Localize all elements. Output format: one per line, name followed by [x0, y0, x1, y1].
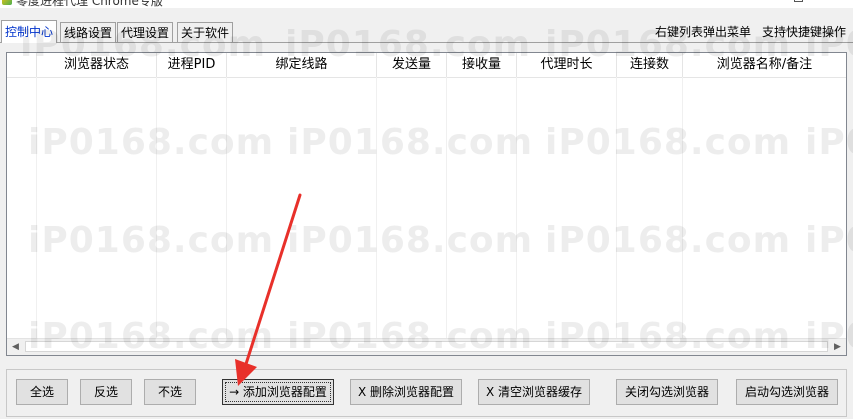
tab-proxy-settings[interactable]: 代理设置 — [117, 22, 174, 42]
select-none-button[interactable]: 不选 — [144, 379, 196, 405]
column-header-sent[interactable]: 发送量 — [377, 53, 447, 77]
column-gridline — [36, 77, 37, 339]
delete-browser-config-button[interactable]: X 删除浏览器配置 — [350, 379, 462, 405]
column-gridline — [156, 77, 157, 339]
invert-selection-button[interactable]: 反选 — [80, 379, 132, 405]
column-header-connections[interactable]: 连接数 — [617, 53, 683, 77]
column-header-status[interactable]: 浏览器状态 — [37, 53, 157, 77]
column-header-received[interactable]: 接收量 — [447, 53, 517, 77]
column-header-duration[interactable]: 代理时长 — [517, 53, 617, 77]
browser-list[interactable]: 浏览器状态 进程PID 绑定线路 发送量 接收量 代理时长 连接数 浏览器名称/… — [6, 52, 847, 356]
horizontal-scrollbar[interactable]: ◀ ▶ — [7, 338, 846, 355]
column-gridline — [616, 77, 617, 339]
maximize-icon[interactable] — [794, 0, 803, 2]
start-selected-browsers-button[interactable]: 启动勾选浏览器 — [736, 379, 838, 405]
column-gridline — [376, 77, 377, 339]
close-icon[interactable]: ✕ — [830, 0, 842, 3]
column-header-check[interactable] — [7, 53, 37, 77]
clear-browser-cache-button[interactable]: X 清空浏览器缓存 — [478, 379, 590, 405]
close-selected-browsers-button[interactable]: 关闭勾选浏览器 — [616, 379, 718, 405]
add-browser-config-button[interactable]: → 添加浏览器配置 — [222, 379, 334, 405]
column-header-pid[interactable]: 进程PID — [157, 53, 227, 77]
shortcut-hint: 支持快捷键操作 — [762, 25, 847, 39]
scrollbar-thumb[interactable] — [25, 341, 828, 352]
tab-control-center[interactable]: 控制中心 — [1, 20, 58, 43]
right-click-hint: 右键列表弹出菜单 — [655, 25, 752, 39]
column-gridline — [446, 77, 447, 339]
select-all-button[interactable]: 全选 — [16, 379, 68, 405]
column-gridline — [516, 77, 517, 339]
column-header-browser-name[interactable]: 浏览器名称/备注 — [683, 53, 846, 77]
scroll-left-icon[interactable]: ◀ — [7, 339, 24, 355]
column-gridline — [682, 77, 683, 339]
title-bar: 零度进程代理 Chrome专版 ✕ — [0, 0, 853, 8]
window-title: 零度进程代理 Chrome专版 — [16, 0, 163, 8]
tab-about[interactable]: 关于软件 — [177, 22, 234, 42]
list-header: 浏览器状态 进程PID 绑定线路 发送量 接收量 代理时长 连接数 浏览器名称/… — [7, 53, 846, 78]
app-icon — [2, 0, 12, 5]
scroll-right-icon[interactable]: ▶ — [829, 339, 846, 355]
tab-route-settings[interactable]: 线路设置 — [60, 22, 117, 42]
column-gridline — [226, 77, 227, 339]
column-header-route[interactable]: 绑定线路 — [227, 53, 377, 77]
